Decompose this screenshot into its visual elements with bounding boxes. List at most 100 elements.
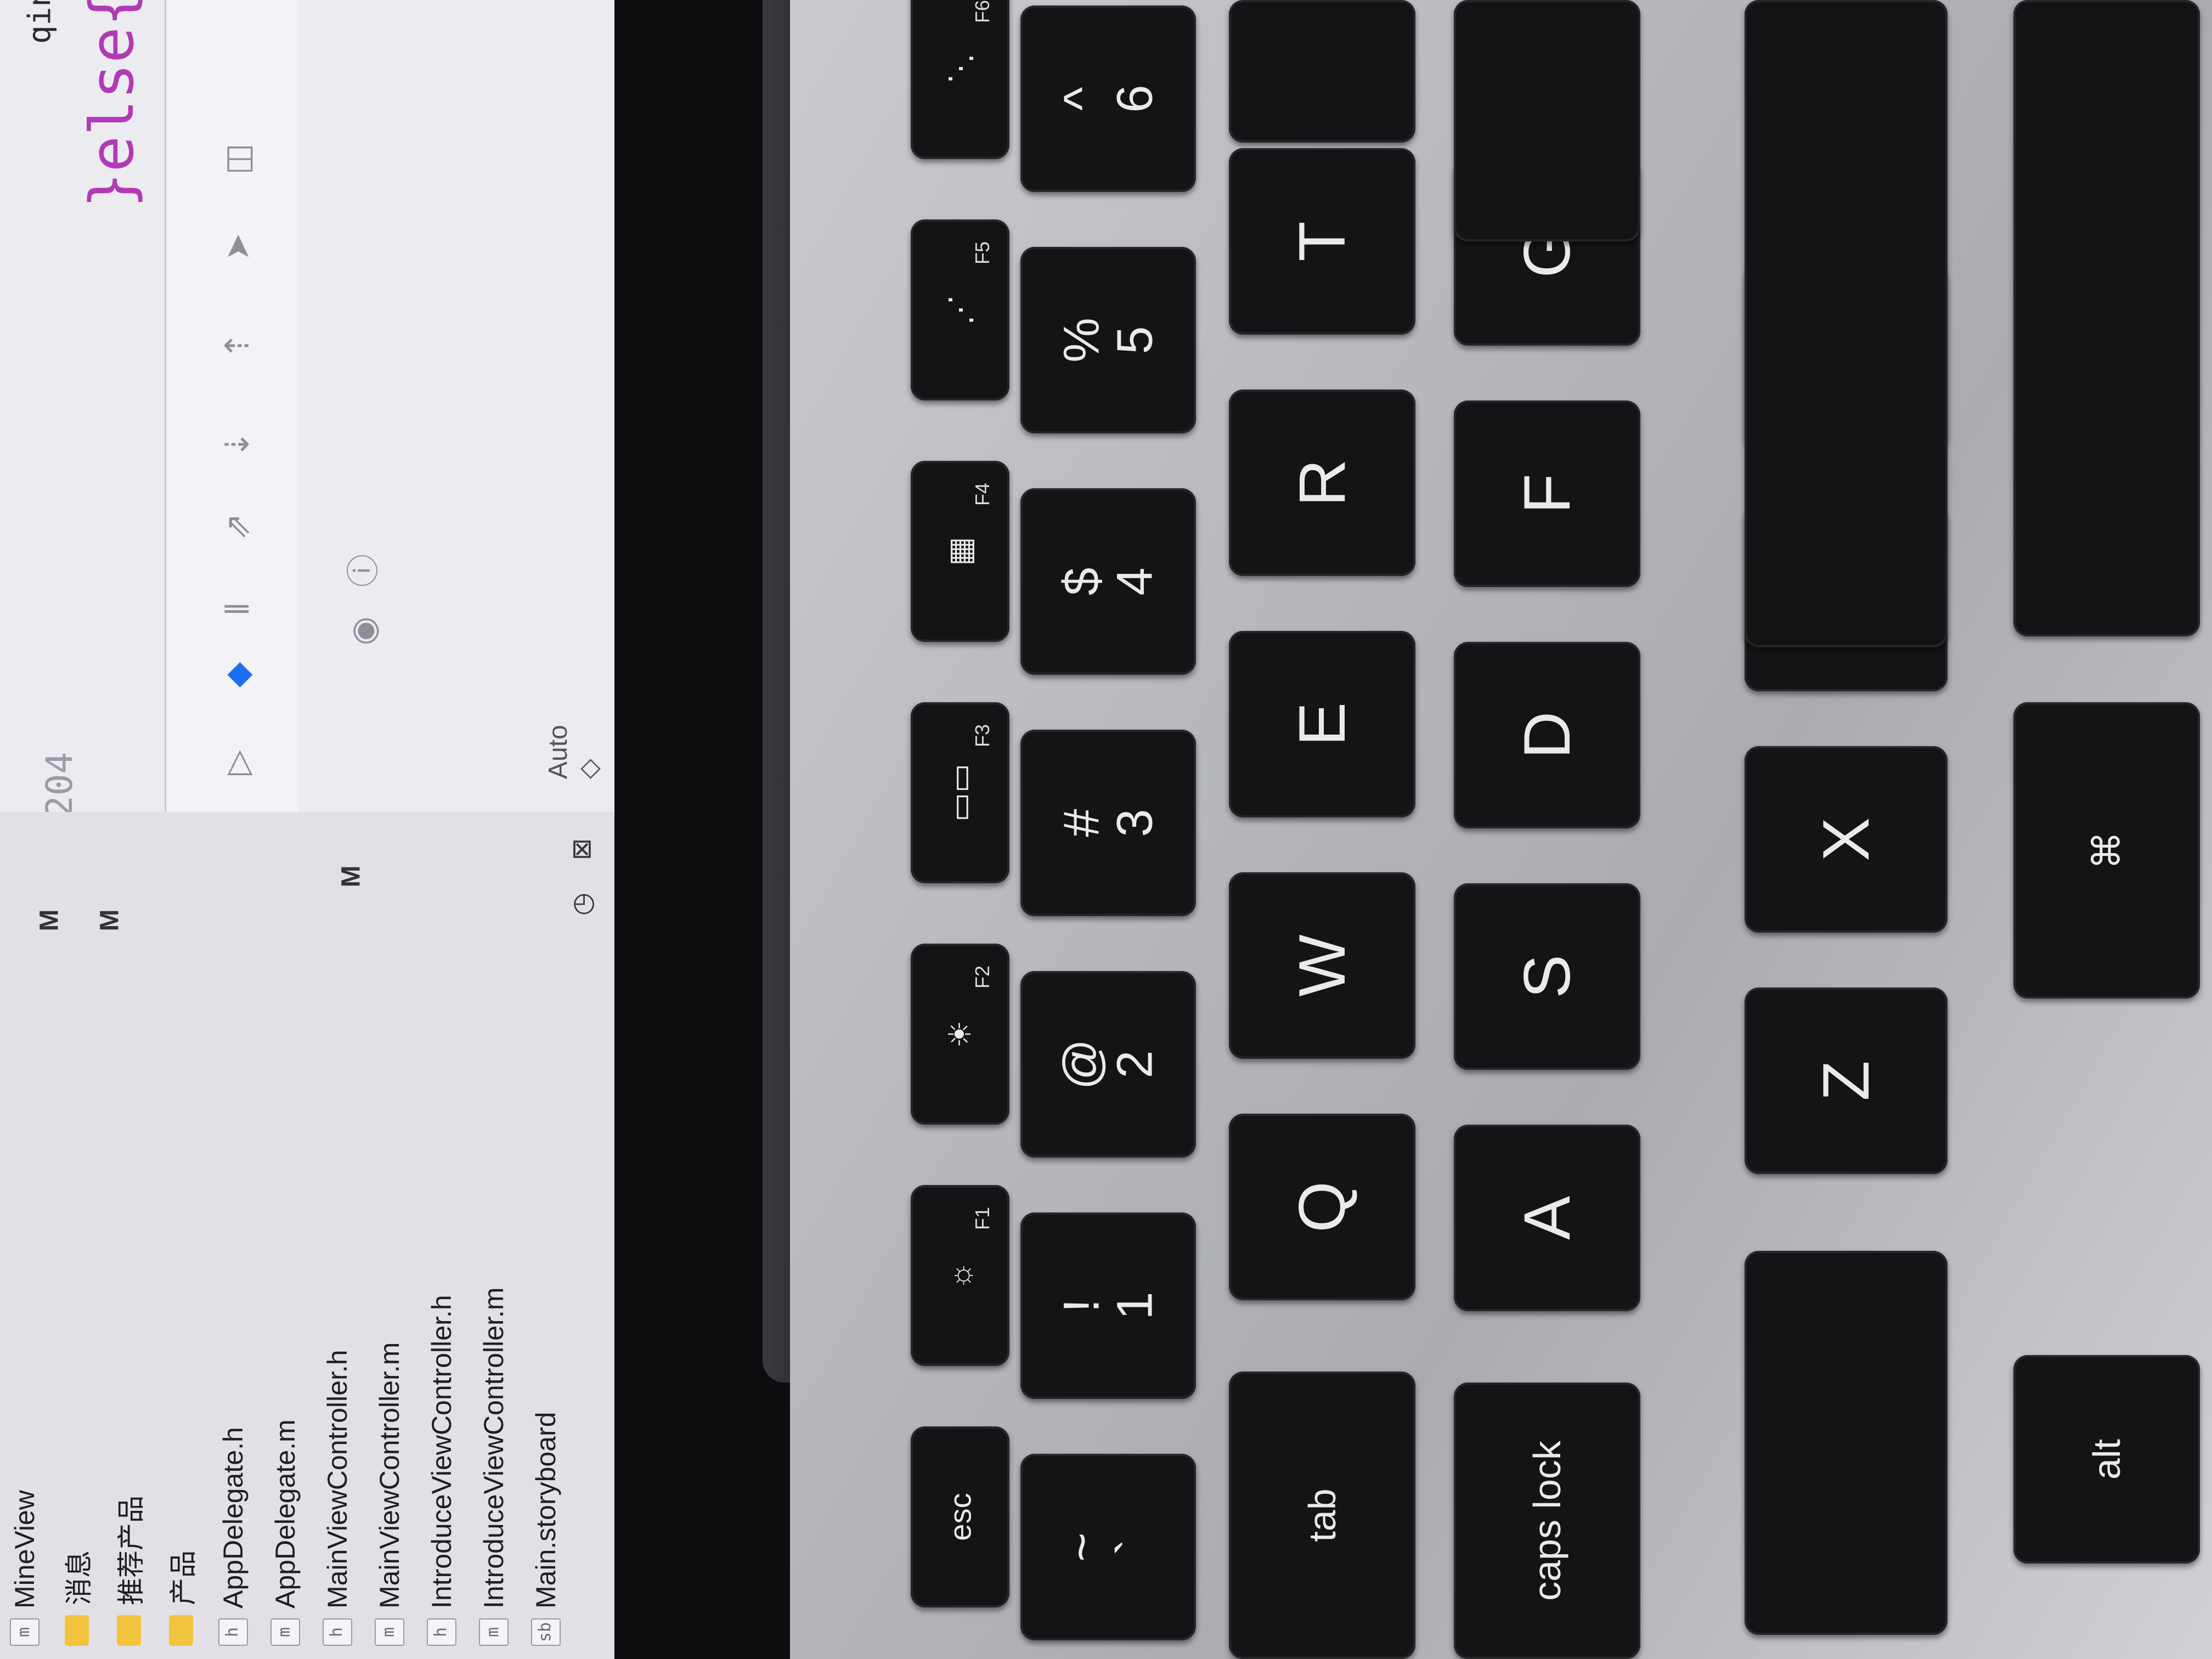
- navigator-item-label: MineView: [9, 1490, 40, 1609]
- navigator-folder[interactable]: 消息: [58, 1550, 96, 1646]
- key-label: ⌘: [2085, 831, 2128, 870]
- navigator-file[interactable]: h IntroduceViewController.h: [422, 1295, 461, 1646]
- key-f6[interactable]: ⋱ F6: [911, 0, 1009, 159]
- key-label: $4: [1053, 567, 1163, 595]
- key-caps-lock[interactable]: caps lock: [1454, 1383, 1640, 1659]
- key-f2[interactable]: ☀ F2: [911, 944, 1009, 1125]
- key-main-label: 3: [1107, 809, 1163, 837]
- key-label: ! 1: [1053, 1291, 1163, 1320]
- key-f5[interactable]: ⋰ F5: [911, 219, 1009, 400]
- navigator-item-label: MainViewController.m: [374, 1342, 405, 1609]
- key-z[interactable]: Z: [1745, 988, 1948, 1174]
- step-over-icon[interactable]: ⇗: [219, 510, 256, 543]
- variables-filter[interactable]: Auto ◇: [543, 708, 604, 779]
- file-icon: sb: [531, 1618, 561, 1646]
- key-unlabeled[interactable]: [1454, 0, 1640, 241]
- file-icon: m: [270, 1618, 300, 1646]
- breakpoint-icon[interactable]: ◆: [219, 658, 256, 691]
- key-label: esc: [943, 1493, 978, 1541]
- key-shift[interactable]: [1745, 1251, 1948, 1635]
- eye-icon[interactable]: ◉: [345, 614, 382, 647]
- line-number: 204: [38, 752, 81, 817]
- key-label: A: [1510, 1195, 1584, 1240]
- key-label: F: [1510, 473, 1584, 514]
- key-t[interactable]: T: [1229, 148, 1415, 335]
- key-tilde[interactable]: ~ `: [1020, 1454, 1196, 1640]
- navigator-item-label: AppDelegate.h: [218, 1427, 249, 1609]
- key-q[interactable]: Q: [1229, 1114, 1415, 1300]
- code-editor[interactable]: 204 205 }else{ qin ▷ ◆ ‖ ⇗ ⇣ ⇡ ➤ ◫ ◉ ⓘ A…: [0, 0, 614, 823]
- file-icon: m: [375, 1618, 404, 1646]
- key-1[interactable]: ! 1: [1020, 1212, 1196, 1399]
- key-x[interactable]: X: [1745, 746, 1948, 933]
- key-label: Z: [1809, 1060, 1883, 1101]
- modified-badge: M: [336, 865, 366, 888]
- key-label: Q: [1285, 1181, 1359, 1233]
- navigator-folder[interactable]: 推荐产品: [110, 1496, 148, 1646]
- key-4[interactable]: $4: [1020, 488, 1196, 675]
- key-f3[interactable]: ▭▭ F3: [911, 702, 1009, 883]
- step-out-icon[interactable]: ⇡: [219, 329, 256, 362]
- key-label: ☀: [943, 1020, 977, 1048]
- key-alt[interactable]: alt: [2013, 1355, 2200, 1564]
- key-f1[interactable]: ☼ F1: [911, 1185, 1009, 1366]
- key-label: X: [1809, 817, 1883, 862]
- filter-icon[interactable]: ⊠: [566, 838, 597, 860]
- navigator-file[interactable]: m IntroduceViewController.m: [475, 1288, 513, 1646]
- key-label: ⋱: [943, 53, 977, 84]
- key-unlabeled[interactable]: [1229, 0, 1415, 143]
- key-space[interactable]: [2013, 0, 2200, 636]
- folder-icon: [117, 1615, 141, 1646]
- key-a[interactable]: A: [1454, 1125, 1640, 1311]
- clock-icon[interactable]: ◷: [567, 893, 597, 916]
- info-icon[interactable]: ⓘ: [345, 554, 382, 587]
- modified-badge: M: [35, 909, 64, 932]
- key-tab[interactable]: tab: [1229, 1372, 1415, 1659]
- key-s[interactable]: S: [1454, 883, 1640, 1070]
- navigator-item-label: IntroduceViewController.m: [478, 1287, 509, 1609]
- key-w[interactable]: W: [1229, 872, 1415, 1059]
- key-shift-label: ~: [1053, 1532, 1110, 1562]
- key-f4[interactable]: ▦ F4: [911, 461, 1009, 642]
- location-icon[interactable]: ➤: [219, 230, 256, 263]
- folder-icon: [169, 1615, 193, 1646]
- camera-icon[interactable]: ◫: [219, 143, 256, 176]
- ide-screen: 204 205 }else{ qin ▷ ◆ ‖ ⇗ ⇣ ⇡ ➤ ◫ ◉ ⓘ A…: [0, 0, 614, 1659]
- fn-label: F4: [970, 482, 994, 506]
- key-label: W: [1285, 934, 1359, 997]
- key-command[interactable]: ⌘: [2013, 702, 2200, 998]
- key-r[interactable]: R: [1229, 390, 1415, 576]
- key-esc[interactable]: esc: [911, 1426, 1009, 1607]
- key-e[interactable]: E: [1229, 631, 1415, 817]
- navigator-file[interactable]: m AppDelegate.m: [266, 1419, 304, 1646]
- navigator-file[interactable]: m MainViewController.m: [370, 1342, 409, 1646]
- navigator-file[interactable]: h MainViewController.h: [318, 1350, 357, 1646]
- navigator-file[interactable]: m MineView: [5, 1490, 44, 1646]
- key-2[interactable]: @2: [1020, 971, 1196, 1158]
- key-label: caps lock: [1526, 1441, 1568, 1601]
- navigator-item-label: 消息: [64, 1550, 94, 1605]
- key-6[interactable]: ^ 6: [1020, 5, 1196, 192]
- key-label: ^ 6: [1053, 84, 1163, 112]
- key-label: ⋰: [943, 295, 977, 325]
- navigator-folder[interactable]: 产品: [162, 1550, 200, 1646]
- step-into-icon[interactable]: ⇣: [219, 428, 256, 461]
- key-main-label: 1: [1107, 1291, 1163, 1320]
- file-icon: h: [323, 1618, 352, 1646]
- fn-label: F5: [970, 241, 994, 265]
- modified-badge: M: [95, 909, 125, 932]
- key-d[interactable]: D: [1454, 642, 1640, 828]
- key-f[interactable]: F: [1454, 400, 1640, 587]
- file-icon: m: [10, 1618, 40, 1646]
- key-main-label: 5: [1107, 326, 1163, 354]
- toggle-debug-area-icon[interactable]: ▷: [219, 746, 256, 779]
- navigator-file[interactable]: sb Main.storyboard: [527, 1412, 565, 1646]
- pause-icon[interactable]: ‖: [219, 592, 256, 625]
- key-3[interactable]: #3: [1020, 730, 1196, 916]
- key-shift-label: !: [1053, 1299, 1110, 1313]
- navigator-file[interactable]: h AppDelegate.h: [214, 1427, 252, 1646]
- code-fragment: }else{: [77, 0, 147, 208]
- key-5[interactable]: % 5: [1020, 247, 1196, 433]
- key-unlabeled[interactable]: [1745, 0, 1948, 647]
- key-label: T: [1285, 221, 1359, 262]
